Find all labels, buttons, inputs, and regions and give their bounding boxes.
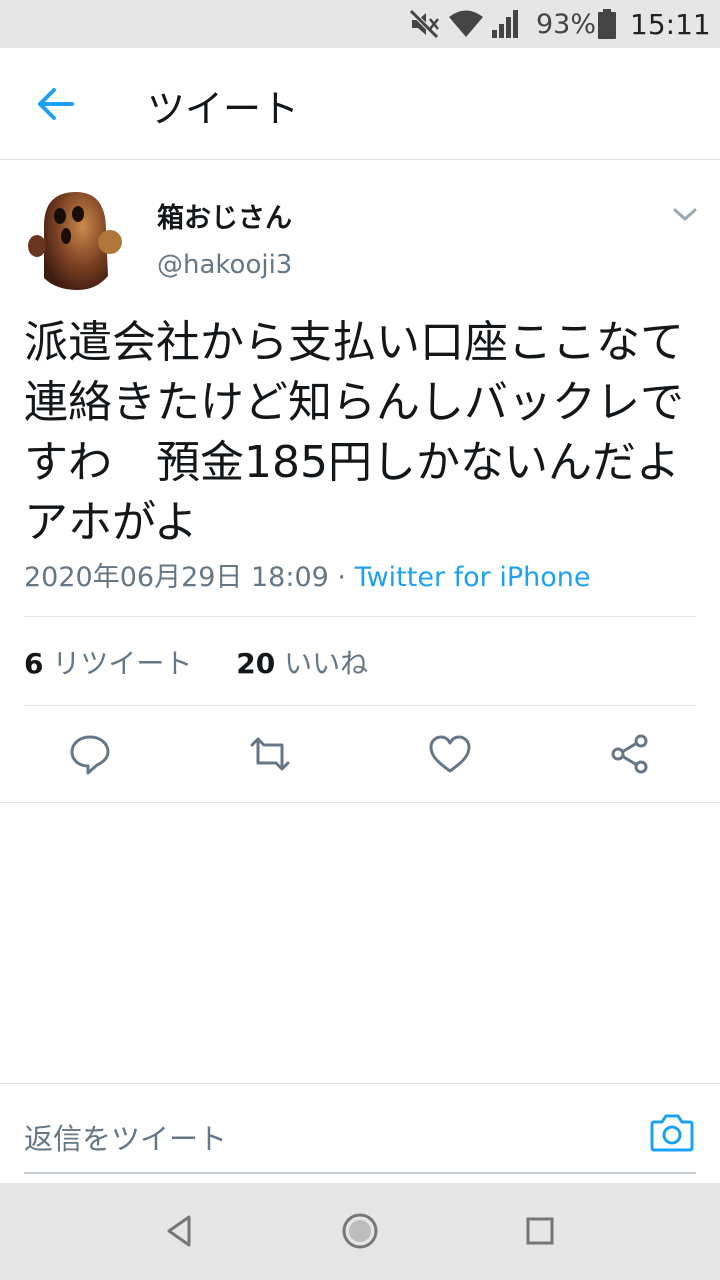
battery-icon bbox=[598, 9, 616, 39]
tweet-timestamp: 2020年06月29日 18:09 bbox=[24, 562, 329, 593]
camera-icon[interactable] bbox=[648, 1110, 696, 1154]
like-icon[interactable] bbox=[426, 730, 474, 778]
top-app-bar: ツイート bbox=[0, 48, 720, 160]
signal-icon bbox=[492, 10, 518, 38]
clock: 15:11 bbox=[630, 8, 711, 41]
tweet-text: 派遣会社から支払い口座ここなて 連絡きたけど知らんしバックレで すわ 預金185… bbox=[24, 313, 704, 553]
like-count-label[interactable]: いいね bbox=[284, 647, 368, 680]
nav-back-icon[interactable] bbox=[160, 1211, 200, 1251]
user-handle[interactable]: @hakooji3 bbox=[157, 250, 292, 280]
chevron-down-icon[interactable] bbox=[670, 202, 700, 226]
retweet-count-label[interactable]: リツイート bbox=[52, 647, 192, 680]
nav-home-icon[interactable] bbox=[340, 1211, 380, 1251]
reply-icon[interactable] bbox=[66, 730, 114, 778]
page-title: ツイート bbox=[147, 87, 300, 131]
system-nav-bar bbox=[0, 1183, 720, 1280]
tweet-text-line: 派遣会社から支払い口座ここなて bbox=[24, 317, 684, 368]
retweet-count[interactable]: 6 bbox=[24, 647, 43, 680]
tweet-actions bbox=[0, 730, 720, 780]
reply-composer: 返信をツイート bbox=[0, 1083, 720, 1184]
retweet-icon[interactable] bbox=[246, 730, 294, 778]
mute-icon bbox=[409, 9, 439, 39]
wifi-icon bbox=[449, 10, 483, 37]
tweet-text-line: 連絡きたけど知らんしバックレで bbox=[24, 377, 684, 428]
tweet-source-link[interactable]: Twitter for iPhone bbox=[355, 562, 591, 593]
divider bbox=[24, 705, 696, 706]
like-count[interactable]: 20 bbox=[236, 647, 275, 680]
nav-recents-icon[interactable] bbox=[520, 1211, 560, 1251]
battery-percent: 93% bbox=[536, 9, 597, 40]
tweet-text-line: アホがよ bbox=[24, 497, 198, 548]
user-name[interactable]: 箱おじさん bbox=[157, 196, 292, 235]
avatar[interactable] bbox=[26, 186, 124, 294]
divider bbox=[0, 802, 720, 803]
arrow-left-icon[interactable] bbox=[30, 84, 82, 124]
reply-input-underline bbox=[24, 1172, 696, 1174]
divider bbox=[24, 616, 696, 617]
status-bar: 93% 15:11 bbox=[0, 0, 720, 48]
reply-input[interactable]: 返信をツイート bbox=[24, 1116, 227, 1158]
meta-separator: · bbox=[328, 562, 355, 593]
engagement-counts: 6 リツイート 20 いいね bbox=[24, 642, 368, 682]
share-icon[interactable] bbox=[606, 730, 654, 778]
tweet-text-line: すわ 預金185円しかないんだよ bbox=[24, 437, 680, 488]
tweet-meta: 2020年06月29日 18:09 · Twitter for iPhone bbox=[24, 555, 591, 594]
